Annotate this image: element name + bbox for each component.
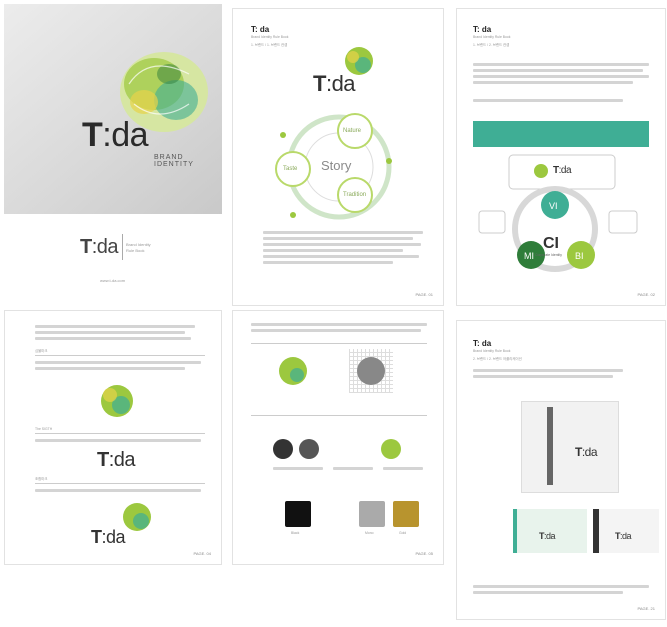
text-line xyxy=(473,369,623,372)
text-line xyxy=(35,331,185,334)
signage-edge xyxy=(547,407,553,485)
label-mono: Mono xyxy=(365,531,374,535)
text-line xyxy=(263,249,403,252)
divider xyxy=(35,483,205,484)
page4-emblem xyxy=(101,385,133,417)
page3-subheader: Brand Identity Rule Book xyxy=(473,35,511,39)
ci-sub-label: Corporate Identity xyxy=(535,253,562,257)
cover-logo-wordmark: T:da xyxy=(80,236,119,258)
page6-subheader: Brand Identity Rule Book xyxy=(473,349,511,353)
text-line xyxy=(473,81,633,84)
text-line xyxy=(35,361,201,364)
page-logo-variations: 심볼마크 The SIGTH T:da 조합마크 T:da PAGE. 04 xyxy=(4,310,222,565)
card2-wordmark: T:da xyxy=(615,531,632,541)
text-line xyxy=(35,337,191,340)
text-line xyxy=(263,243,421,246)
page2-wordmark: T:da xyxy=(313,71,356,96)
text-line xyxy=(473,99,623,102)
text-line xyxy=(35,325,195,328)
circle-label-tradition: Tradition xyxy=(343,192,367,198)
label-black: Black xyxy=(291,531,300,535)
text-line xyxy=(333,467,373,470)
text-line xyxy=(263,231,423,234)
cover-page: T:da Brand Identity Rule Book www.t-da.c… xyxy=(4,214,222,294)
divider xyxy=(35,355,205,356)
cover-divider xyxy=(122,234,123,260)
page2-number: PAGE. 01 xyxy=(415,292,434,297)
text-line xyxy=(473,63,649,66)
page3-section: 1. 브랜드 / 2. 브랜드 컨셉 xyxy=(473,43,510,47)
bi-label: BI xyxy=(575,251,584,261)
text-line xyxy=(473,69,643,72)
text-line xyxy=(473,375,613,378)
logo-emblem xyxy=(120,52,208,132)
swatch-block-mono xyxy=(359,501,385,527)
page5-emblem xyxy=(279,357,307,385)
page-ci-structure: T: da Brand Identity Rule Book 1. 브랜드 / … xyxy=(456,8,666,306)
page3-header: T: da xyxy=(473,25,492,34)
page-brand-story: T: da Brand Identity Rule Book 1. 브랜드 / … xyxy=(232,8,444,306)
swatch-green xyxy=(381,439,401,459)
card1-wordmark: T:da xyxy=(539,531,556,541)
page4-number: PAGE. 04 xyxy=(193,551,212,556)
text-line xyxy=(35,489,201,492)
vi-label: VI xyxy=(549,201,558,211)
swatch-block-black xyxy=(285,501,311,527)
photo-logo-wordmark: T:da xyxy=(82,116,149,154)
text-line xyxy=(251,329,421,332)
page-application: T: da Brand Identity Rule Book 2. 브랜드 / … xyxy=(456,320,666,620)
text-line xyxy=(251,323,427,326)
text-line xyxy=(263,261,393,264)
divider xyxy=(35,433,205,434)
story-diagram xyxy=(275,113,392,220)
text-line xyxy=(263,255,419,258)
signage-mockup xyxy=(521,401,619,493)
page4-label-b: The SIGTH xyxy=(35,427,53,431)
circle-label-story: Story xyxy=(321,158,352,173)
circle-label-taste: Taste xyxy=(283,166,298,172)
label-gold: Gold xyxy=(399,531,407,535)
page2-subheader: Brand Identity Rule Book xyxy=(251,35,289,39)
circle-label-nature: Nature xyxy=(343,128,362,134)
divider xyxy=(251,415,427,416)
page4-wordmark: T:da xyxy=(97,449,136,471)
text-line xyxy=(263,237,413,240)
photo-tagline: BRAND IDENTITY xyxy=(154,154,194,168)
mi-label: MI xyxy=(524,251,534,261)
page6-section: 2. 브랜드 / 2. 브랜드 어플리케이션 xyxy=(473,357,522,361)
cover-subtitle-1: Brand Identity xyxy=(126,242,151,247)
text-line xyxy=(473,591,623,594)
page3-wordmark: T:da xyxy=(553,165,572,176)
text-line xyxy=(383,467,423,470)
page-color-variations: Black Mono Gold PAGE. 05 xyxy=(232,310,444,565)
cover-subtitle-2: Rule Book xyxy=(126,248,145,253)
text-line xyxy=(473,585,649,588)
page5-number: PAGE. 05 xyxy=(415,551,434,556)
page2-section: 1. 브랜드 / 1. 브랜드 컨셉 xyxy=(251,43,288,47)
grid-emblem-circle xyxy=(357,357,385,385)
signage-wordmark: T:da xyxy=(575,445,598,459)
swatch-dark xyxy=(299,439,319,459)
cover-footer: www.t-da.com xyxy=(100,278,126,283)
swatch-block-gold xyxy=(393,501,419,527)
page3-number: PAGE. 02 xyxy=(637,292,656,297)
page4-label-c: 조합마크 xyxy=(35,477,48,481)
text-line xyxy=(273,467,323,470)
text-line xyxy=(473,75,649,78)
text-line xyxy=(35,439,201,442)
page4-combo-wordmark: T:da xyxy=(91,527,126,547)
swatch-black xyxy=(273,439,293,459)
page6-number: PAGE. 21 xyxy=(637,606,656,611)
text-line xyxy=(35,367,185,370)
brand-photo-mockup: T:da BRAND IDENTITY xyxy=(4,4,222,214)
page4-label-a: 심볼마크 xyxy=(35,349,48,353)
ci-label: CI xyxy=(543,235,559,252)
page2-header: T: da xyxy=(251,25,270,34)
teal-highlight-box xyxy=(473,121,649,147)
page6-header: T: da xyxy=(473,339,492,348)
divider xyxy=(251,343,427,344)
